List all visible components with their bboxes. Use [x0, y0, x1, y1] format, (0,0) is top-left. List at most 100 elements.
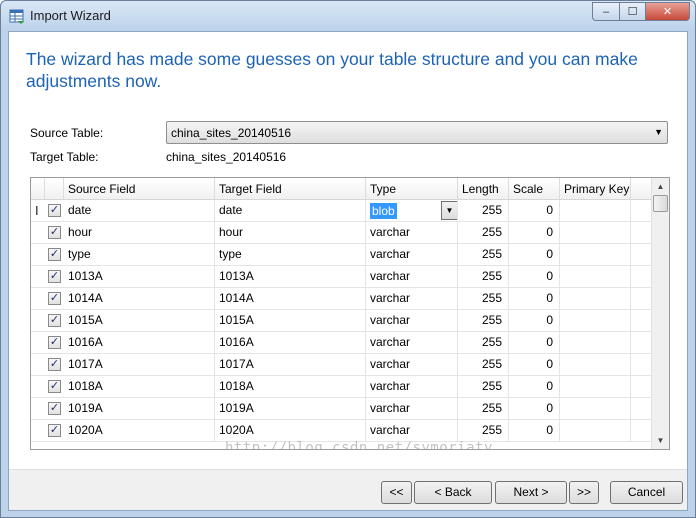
primary-key-cell[interactable] — [560, 244, 631, 265]
primary-key-cell[interactable] — [560, 420, 631, 441]
table-row[interactable]: ✓ 1015A 1015A varchar 255 0 — [31, 310, 651, 332]
length-cell[interactable]: 255 — [458, 288, 509, 309]
source-field-cell[interactable]: 1018A — [64, 376, 215, 397]
target-field-cell[interactable]: 1015A — [215, 310, 366, 331]
target-field-cell[interactable]: 1019A — [215, 398, 366, 419]
field-checkbox[interactable]: ✓ — [48, 292, 61, 305]
target-field-cell[interactable]: date — [215, 200, 366, 221]
primary-key-cell[interactable] — [560, 376, 631, 397]
scale-cell[interactable]: 0 — [509, 354, 560, 375]
length-cell[interactable]: 255 — [458, 244, 509, 265]
scrollbar-thumb[interactable] — [653, 195, 668, 212]
scroll-down-icon[interactable]: ▼ — [652, 432, 669, 449]
column-header-scale[interactable]: Scale — [509, 178, 560, 200]
field-checkbox[interactable]: ✓ — [48, 358, 61, 371]
length-cell[interactable]: 255 — [458, 354, 509, 375]
column-header-source-field[interactable]: Source Field — [64, 178, 215, 200]
source-table-select[interactable]: china_sites_20140516 ▼ — [166, 121, 668, 144]
primary-key-cell[interactable] — [560, 288, 631, 309]
scale-cell[interactable]: 0 — [509, 310, 560, 331]
table-row[interactable]: ✓ 1014A 1014A varchar 255 0 — [31, 288, 651, 310]
primary-key-cell[interactable] — [560, 398, 631, 419]
target-field-cell[interactable]: 1020A — [215, 420, 366, 441]
field-checkbox[interactable]: ✓ — [48, 248, 61, 261]
length-cell[interactable]: 255 — [458, 398, 509, 419]
scale-cell[interactable]: 0 — [509, 376, 560, 397]
vertical-scrollbar[interactable]: ▲ ▼ — [651, 178, 669, 449]
type-cell[interactable]: varchar — [366, 332, 458, 353]
length-cell[interactable]: 255 — [458, 222, 509, 243]
scale-cell[interactable]: 0 — [509, 266, 560, 287]
source-field-cell[interactable]: 1020A — [64, 420, 215, 441]
type-cell[interactable]: blob ▼ — [366, 200, 458, 221]
primary-key-cell[interactable] — [560, 222, 631, 243]
type-cell[interactable]: varchar — [366, 376, 458, 397]
source-field-cell[interactable]: 1015A — [64, 310, 215, 331]
type-cell[interactable]: varchar — [366, 244, 458, 265]
table-row[interactable]: I ✓ date date blob ▼ 255 0 — [31, 200, 651, 222]
target-field-cell[interactable]: type — [215, 244, 366, 265]
table-row[interactable]: ✓ 1017A 1017A varchar 255 0 — [31, 354, 651, 376]
table-row[interactable]: ✓ 1016A 1016A varchar 255 0 — [31, 332, 651, 354]
scale-cell[interactable]: 0 — [509, 420, 560, 441]
last-page-button[interactable]: >> — [569, 481, 599, 504]
field-checkbox[interactable]: ✓ — [48, 270, 61, 283]
close-button[interactable]: ✕ — [645, 2, 690, 21]
length-cell[interactable]: 255 — [458, 310, 509, 331]
table-row[interactable]: ✓ hour hour varchar 255 0 — [31, 222, 651, 244]
scroll-up-icon[interactable]: ▲ — [652, 178, 669, 195]
back-button[interactable]: < Back — [414, 481, 492, 504]
scale-cell[interactable]: 0 — [509, 332, 560, 353]
scale-cell[interactable]: 0 — [509, 244, 560, 265]
source-field-cell[interactable]: 1016A — [64, 332, 215, 353]
source-field-cell[interactable]: 1013A — [64, 266, 215, 287]
scale-cell[interactable]: 0 — [509, 288, 560, 309]
scale-cell[interactable]: 0 — [509, 398, 560, 419]
target-field-cell[interactable]: 1013A — [215, 266, 366, 287]
table-row[interactable]: ✓ 1018A 1018A varchar 255 0 — [31, 376, 651, 398]
scale-cell[interactable]: 0 — [509, 222, 560, 243]
source-field-cell[interactable]: date — [64, 200, 215, 221]
table-row[interactable]: ✓ 1013A 1013A varchar 255 0 — [31, 266, 651, 288]
minimize-button[interactable]: ‒ — [592, 2, 619, 21]
title-bar[interactable]: Import Wizard ‒ ☐ ✕ — [1, 1, 695, 31]
table-row[interactable]: ✓ 1019A 1019A varchar 255 0 — [31, 398, 651, 420]
target-field-cell[interactable]: hour — [215, 222, 366, 243]
field-checkbox[interactable]: ✓ — [48, 226, 61, 239]
primary-key-cell[interactable] — [560, 200, 631, 221]
next-button[interactable]: Next > — [495, 481, 567, 504]
target-field-cell[interactable]: 1014A — [215, 288, 366, 309]
column-header-primary-key[interactable]: Primary Key — [560, 178, 631, 200]
cancel-button[interactable]: Cancel — [610, 481, 683, 504]
column-header-type[interactable]: Type — [366, 178, 458, 200]
source-field-cell[interactable]: hour — [64, 222, 215, 243]
field-checkbox[interactable]: ✓ — [48, 204, 61, 217]
type-cell[interactable]: varchar — [366, 354, 458, 375]
maximize-button[interactable]: ☐ — [619, 2, 645, 21]
type-cell[interactable]: varchar — [366, 398, 458, 419]
column-header-target-field[interactable]: Target Field — [215, 178, 366, 200]
source-field-cell[interactable]: 1017A — [64, 354, 215, 375]
length-cell[interactable]: 255 — [458, 420, 509, 441]
length-cell[interactable]: 255 — [458, 332, 509, 353]
field-checkbox[interactable]: ✓ — [48, 402, 61, 415]
primary-key-cell[interactable] — [560, 310, 631, 331]
field-mapping-grid[interactable]: Source Field Target Field Type Length Sc… — [30, 177, 670, 450]
table-row[interactable]: ✓ type type varchar 255 0 — [31, 244, 651, 266]
target-field-cell[interactable]: 1016A — [215, 332, 366, 353]
field-checkbox[interactable]: ✓ — [48, 336, 61, 349]
chevron-down-icon[interactable]: ▼ — [441, 201, 457, 220]
primary-key-cell[interactable] — [560, 266, 631, 287]
source-field-cell[interactable]: 1019A — [64, 398, 215, 419]
type-cell[interactable]: varchar — [366, 420, 458, 441]
target-field-cell[interactable]: 1017A — [215, 354, 366, 375]
field-checkbox[interactable]: ✓ — [48, 424, 61, 437]
target-field-cell[interactable]: 1018A — [215, 376, 366, 397]
table-row[interactable]: ✓ 1020A 1020A varchar 255 0 — [31, 420, 651, 442]
column-header-length[interactable]: Length — [458, 178, 509, 200]
type-select[interactable]: blob ▼ — [368, 201, 457, 220]
length-cell[interactable]: 255 — [458, 200, 509, 221]
field-checkbox[interactable]: ✓ — [48, 314, 61, 327]
primary-key-cell[interactable] — [560, 332, 631, 353]
length-cell[interactable]: 255 — [458, 376, 509, 397]
